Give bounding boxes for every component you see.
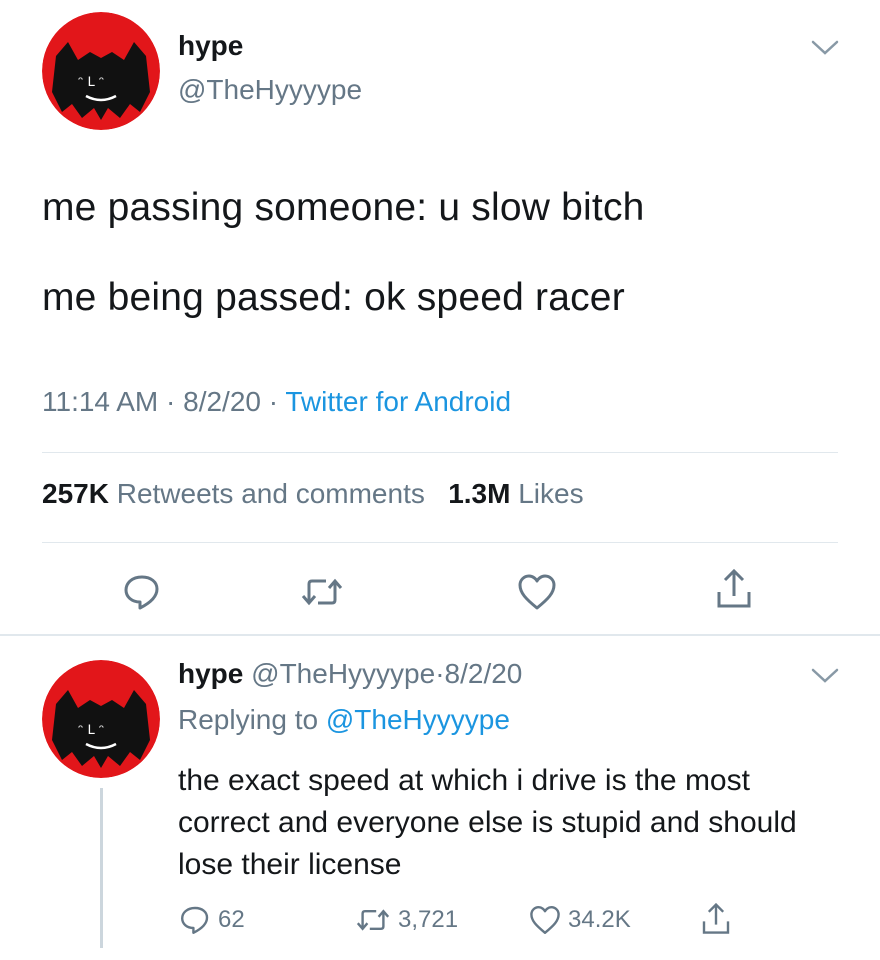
like-icon <box>530 906 560 934</box>
retweet-icon[interactable] <box>300 572 344 612</box>
retweet-count: 3,721 <box>398 906 459 933</box>
replying-to-handle[interactable]: @TheHyyyype <box>326 704 510 735</box>
retweets-count: 257K <box>42 478 109 509</box>
reply-display-name[interactable]: hype <box>178 658 243 689</box>
section-divider <box>0 634 880 636</box>
meta-separator: · <box>435 658 445 689</box>
reply-header: hype @TheHyyyype·8/2/20 <box>178 658 522 690</box>
chevron-down-icon[interactable] <box>810 38 840 58</box>
avatar[interactable]: ᵔ ᒪ ᵔ <box>42 12 160 130</box>
avatar-image: ᵔ ᒪ ᵔ <box>42 12 160 130</box>
share-icon[interactable] <box>714 566 754 612</box>
like-icon[interactable] <box>516 572 558 612</box>
user-handle[interactable]: @TheHyyyype <box>178 74 362 106</box>
tweet-meta: 11:14 AM · 8/2/20 · Twitter for Android <box>42 386 511 418</box>
engagement-stats: 257K Retweets and comments 1.3M Likes <box>42 478 584 510</box>
thread-line <box>100 788 103 948</box>
replying-to: Replying to @TheHyyyype <box>178 704 510 736</box>
tweet-time[interactable]: 11:14 AM <box>42 386 158 417</box>
reply-avatar[interactable]: ᵔ ᒪ ᵔ <box>42 660 160 778</box>
tweet-text-line: me passing someone: u slow bitch <box>42 186 645 229</box>
divider <box>42 452 838 453</box>
divider <box>42 542 838 543</box>
reply-retweet-action[interactable]: 3,721 <box>354 904 458 936</box>
likes-count: 1.3M <box>448 478 511 509</box>
likes-label: Likes <box>518 478 584 509</box>
reply-like-action[interactable]: 34.2K <box>528 904 631 936</box>
chevron-down-icon[interactable] <box>810 666 840 686</box>
like-count: 34.2K <box>568 906 631 933</box>
retweets-stat[interactable]: 257K Retweets and comments <box>42 478 425 509</box>
likes-stat[interactable]: 1.3M Likes <box>448 478 583 509</box>
svg-text:ᵔ ᒪ ᵔ: ᵔ ᒪ ᵔ <box>78 75 104 90</box>
retweets-label: Retweets and comments <box>116 478 425 509</box>
avatar-image: ᵔ ᒪ ᵔ <box>42 660 160 778</box>
tweet-source-link[interactable]: Twitter for Android <box>285 386 511 417</box>
reply-date[interactable]: 8/2/20 <box>445 658 523 689</box>
reply-count: 62 <box>218 906 245 933</box>
tweet-date[interactable]: 8/2/20 <box>183 386 261 417</box>
reply-icon <box>181 906 209 934</box>
tweet-text-line: me being passed: ok speed racer <box>42 276 625 319</box>
svg-text:ᵔ ᒪ ᵔ: ᵔ ᒪ ᵔ <box>78 723 104 738</box>
retweet-icon <box>356 909 390 931</box>
reply-text: the exact speed at which i drive is the … <box>178 764 797 881</box>
share-icon[interactable] <box>700 900 732 938</box>
reply-handle[interactable]: @TheHyyyype <box>251 658 435 689</box>
display-name[interactable]: hype <box>178 30 243 62</box>
reply-icon[interactable] <box>122 572 162 612</box>
meta-separator: · <box>268 386 279 417</box>
replying-label: Replying to <box>178 704 319 735</box>
reply-comment-action[interactable]: 62 <box>178 904 245 936</box>
meta-separator: · <box>166 386 176 417</box>
